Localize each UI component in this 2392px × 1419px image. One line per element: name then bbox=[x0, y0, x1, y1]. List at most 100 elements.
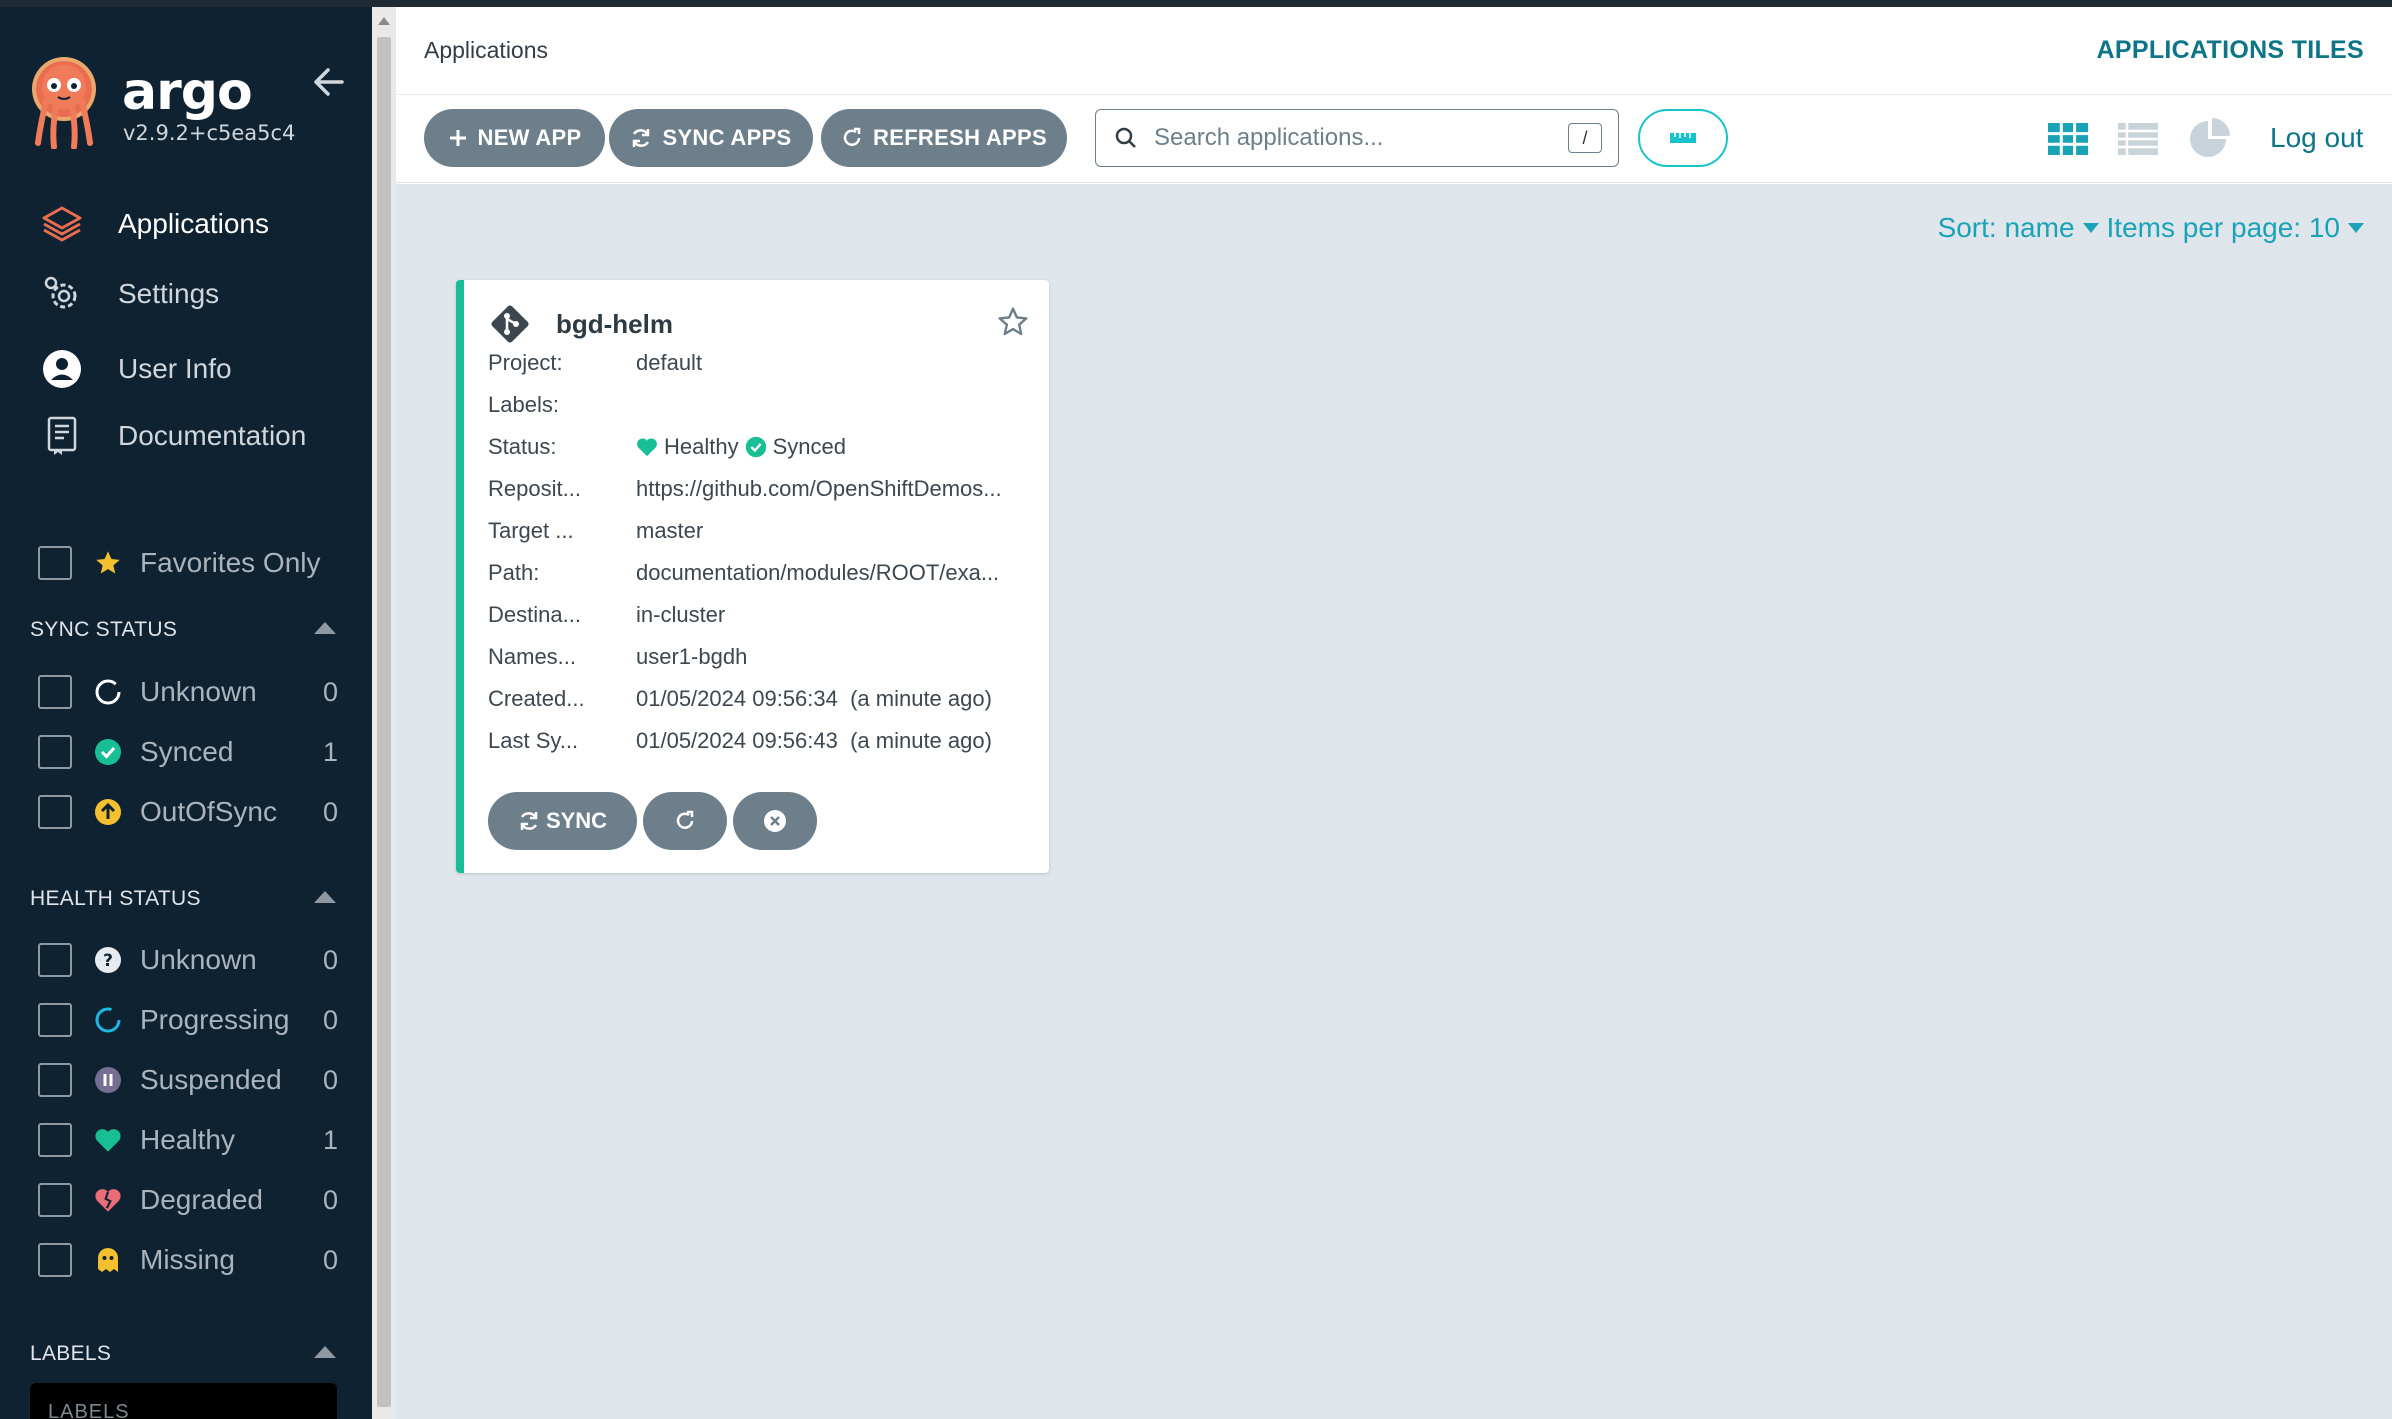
checkbox[interactable] bbox=[38, 1243, 72, 1277]
app-row-last-sync: Last Sy... 01/05/2024 09:56:43 (a minute… bbox=[488, 724, 992, 758]
row-key: Status: bbox=[488, 434, 557, 459]
svg-text:?: ? bbox=[103, 951, 113, 971]
refresh-icon bbox=[676, 810, 694, 829]
checkbox[interactable] bbox=[38, 1003, 72, 1037]
refresh-button[interactable] bbox=[643, 792, 727, 850]
list-view-icon[interactable] bbox=[2116, 117, 2160, 161]
filter-label: Missing bbox=[140, 1244, 235, 1275]
nav-label: User Info bbox=[118, 353, 232, 384]
row-key: Project: bbox=[488, 350, 563, 375]
caret-down-icon[interactable] bbox=[2082, 223, 2099, 233]
check-circle-icon bbox=[745, 436, 766, 458]
checkbox[interactable] bbox=[38, 795, 72, 829]
app-row-path: Path: documentation/modules/ROOT/exa... bbox=[488, 556, 999, 590]
gear-icon bbox=[38, 270, 86, 318]
toolbar: NEW APP SYNC APPS REFRESH APPS / Log out bbox=[396, 95, 2392, 183]
close-circle-icon bbox=[764, 810, 786, 832]
checkbox[interactable] bbox=[38, 1063, 72, 1097]
labels-filter-input[interactable]: LABELS bbox=[30, 1383, 337, 1419]
circle-notch-icon bbox=[94, 678, 122, 706]
checkbox[interactable] bbox=[38, 735, 72, 769]
checkbox[interactable] bbox=[38, 1183, 72, 1217]
row-key: Target ... bbox=[488, 518, 574, 543]
scrollbar-thumb[interactable] bbox=[377, 37, 391, 1407]
nav-settings[interactable]: Settings bbox=[38, 269, 219, 319]
sync-status-title: SYNC STATUS bbox=[30, 618, 178, 641]
app-name[interactable]: bgd-helm bbox=[556, 309, 673, 340]
search-box[interactable]: / bbox=[1095, 109, 1619, 167]
nav-documentation[interactable]: Documentation bbox=[38, 411, 306, 461]
items-per-page-dropdown[interactable]: Items per page: 10 bbox=[2107, 212, 2340, 244]
question-circle-icon: ? bbox=[94, 946, 122, 974]
row-value: 01/05/2024 09:56:34 (a minute ago) bbox=[636, 686, 992, 711]
health-filter-suspended[interactable]: Suspended 0 bbox=[38, 1059, 338, 1101]
tiles-view-icon[interactable] bbox=[2046, 117, 2090, 161]
health-status-title: HEALTH STATUS bbox=[30, 887, 201, 910]
filter-count: 0 bbox=[322, 676, 338, 707]
health-filter-progressing[interactable]: Progressing 0 bbox=[38, 999, 338, 1041]
refresh-apps-button[interactable]: REFRESH APPS bbox=[821, 109, 1067, 167]
ruler-icon bbox=[1670, 133, 1696, 143]
app-tile-header: bgd-helm bbox=[488, 302, 673, 346]
checkbox[interactable] bbox=[38, 675, 72, 709]
nav-label: Settings bbox=[118, 278, 220, 309]
caret-down-icon[interactable] bbox=[2348, 223, 2364, 233]
app-row-project: Project: default bbox=[488, 346, 702, 380]
filters-toggle-button[interactable] bbox=[1638, 109, 1728, 167]
scroll-up-icon[interactable] bbox=[378, 17, 390, 25]
filter-count: 1 bbox=[322, 1124, 338, 1155]
sync-apps-button[interactable]: SYNC APPS bbox=[609, 109, 813, 167]
book-icon bbox=[38, 412, 86, 460]
row-key: Destina... bbox=[488, 602, 581, 627]
filter-label: Progressing bbox=[140, 1004, 290, 1035]
caret-up-icon[interactable] bbox=[312, 1342, 338, 1360]
ghost-icon bbox=[94, 1246, 122, 1274]
app-row-labels: Labels: bbox=[488, 388, 636, 422]
caret-up-icon[interactable] bbox=[312, 887, 338, 905]
search-shortcut-hint: / bbox=[1568, 123, 1602, 153]
brand-name: argo bbox=[122, 62, 253, 122]
sidebar-scrollbar[interactable] bbox=[372, 7, 396, 1419]
health-status-text: Healthy bbox=[664, 434, 739, 459]
health-filter-healthy[interactable]: Healthy 1 bbox=[38, 1119, 338, 1161]
logout-link[interactable]: Log out bbox=[2270, 122, 2363, 154]
pie-chart-view-icon[interactable] bbox=[2188, 117, 2232, 161]
favorites-label: Favorites Only bbox=[140, 547, 321, 578]
labels-title: LABELS bbox=[30, 1342, 112, 1365]
top-border bbox=[0, 0, 2392, 7]
arrow-left-icon[interactable] bbox=[312, 65, 346, 99]
new-app-label: NEW APP bbox=[477, 125, 582, 150]
caret-up-icon[interactable] bbox=[312, 618, 338, 636]
search-input[interactable] bbox=[1154, 124, 1554, 152]
favorites-checkbox[interactable] bbox=[38, 546, 72, 580]
favorites-filter[interactable]: Favorites Only bbox=[38, 542, 338, 584]
sync-label: SYNC bbox=[545, 808, 608, 833]
filter-count: 0 bbox=[322, 1244, 338, 1275]
filter-label: OutOfSync bbox=[140, 796, 277, 827]
health-filter-unknown[interactable]: ? Unknown 0 bbox=[38, 939, 338, 981]
row-key: Names... bbox=[488, 644, 577, 669]
filter-label: Unknown bbox=[140, 944, 257, 975]
app-row-created: Created... 01/05/2024 09:56:34 (a minute… bbox=[488, 682, 992, 716]
health-filter-degraded[interactable]: Degraded 0 bbox=[38, 1179, 338, 1221]
row-key: Last Sy... bbox=[488, 728, 579, 753]
sync-filter-outofsync[interactable]: OutOfSync 0 bbox=[38, 791, 338, 833]
filter-label: Unknown bbox=[140, 676, 257, 707]
sync-filter-unknown[interactable]: Unknown 0 bbox=[38, 671, 338, 713]
checkbox[interactable] bbox=[38, 1123, 72, 1157]
search-icon bbox=[1115, 127, 1136, 148]
sync-filter-synced[interactable]: Synced 1 bbox=[38, 731, 338, 773]
new-app-button[interactable]: NEW APP bbox=[424, 109, 605, 167]
health-filter-missing[interactable]: Missing 0 bbox=[38, 1239, 338, 1281]
delete-button[interactable] bbox=[733, 792, 817, 850]
sync-button[interactable]: SYNC bbox=[488, 792, 637, 850]
star-outline-icon[interactable] bbox=[997, 306, 1029, 338]
filter-label: Suspended bbox=[140, 1064, 282, 1095]
sort-dropdown[interactable]: Sort: name bbox=[1938, 212, 2075, 244]
nav-user-info[interactable]: User Info bbox=[38, 344, 232, 394]
filter-count: 0 bbox=[322, 944, 338, 975]
app-tile[interactable]: bgd-helm Project: default Labels: Status… bbox=[456, 280, 1049, 873]
nav-applications[interactable]: Applications bbox=[38, 199, 269, 249]
app-row-destination: Destina... in-cluster bbox=[488, 598, 725, 632]
checkbox[interactable] bbox=[38, 943, 72, 977]
